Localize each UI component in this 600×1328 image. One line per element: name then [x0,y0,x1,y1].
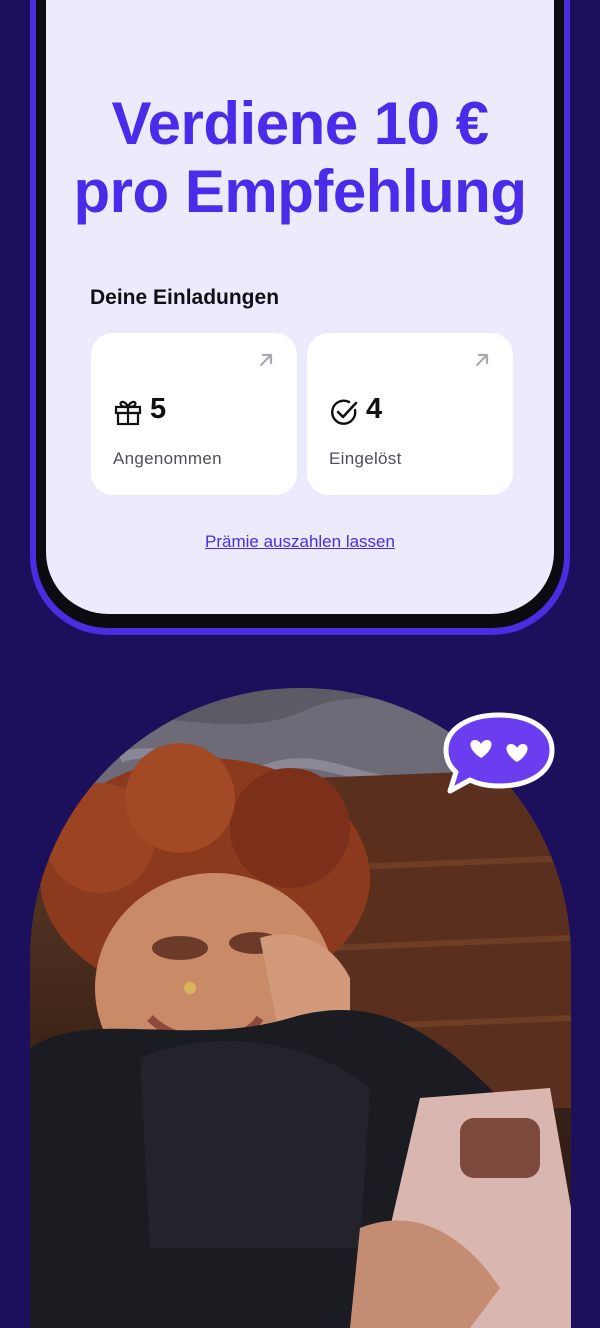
redeemed-count: 4 [366,393,383,425]
payout-link[interactable]: Prämie auszahlen lassen [46,532,554,552]
gift-icon [114,400,142,426]
accepted-card[interactable]: 5 Angenommen [91,333,297,495]
redeemed-label: Eingelöst [329,449,402,468]
invitations-title: Deine Einladungen [90,286,280,309]
check-circle-icon [331,399,358,425]
headline: Verdiene 10 € pro Empfehlung [46,90,554,226]
accepted-count: 5 [150,393,167,425]
headline-line-2: pro Empfehlung [73,158,527,225]
arrow-up-right-icon [475,353,489,367]
accepted-label: Angenommen [113,449,222,468]
arrow-up-right-icon [259,353,273,367]
redeemed-card[interactable]: 4 Eingelöst [307,333,513,495]
phone-screen: Verdiene 10 € pro Empfehlung Deine Einla… [46,0,554,614]
headline-line-1: Verdiene 10 € [111,90,489,157]
hearts-chat-bubble-icon [443,712,555,794]
